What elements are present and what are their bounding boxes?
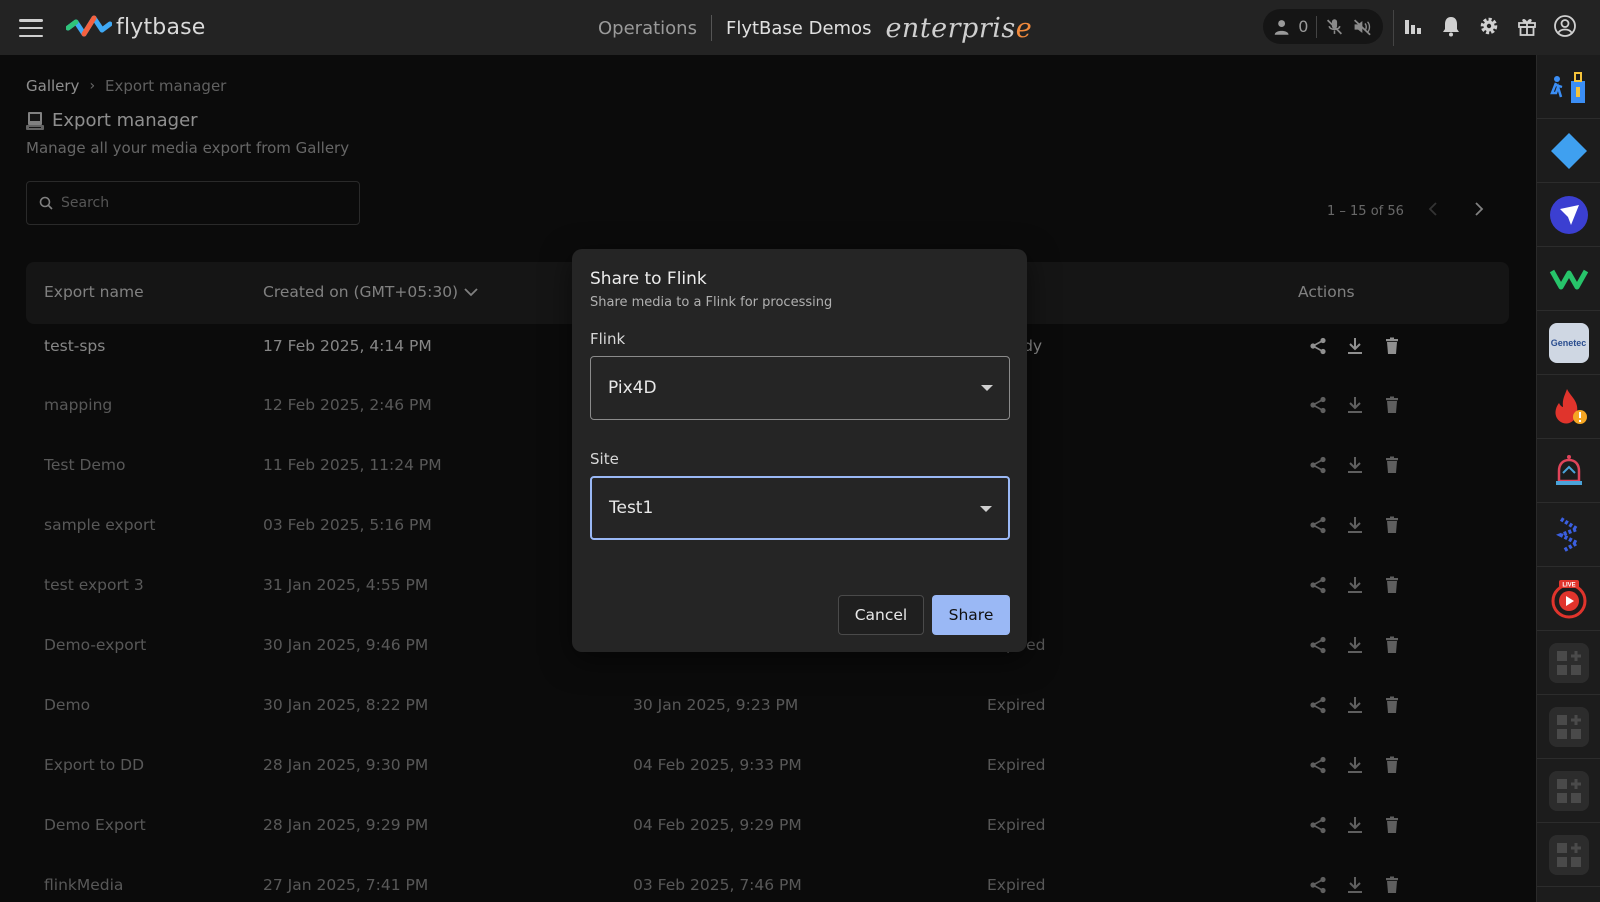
flink-select-value: Pix4D <box>608 378 657 398</box>
chevron-down-icon <box>980 506 992 512</box>
topbar-divider <box>1393 10 1394 46</box>
bell-icon[interactable] <box>1439 14 1463 38</box>
flytbase-logo-mark-icon <box>66 15 112 37</box>
nav-operations[interactable]: Operations <box>598 18 697 39</box>
flink-select[interactable]: Pix4D <box>590 356 1010 420</box>
account-icon[interactable] <box>1553 14 1577 38</box>
rail-item-diamond[interactable] <box>1537 119 1600 183</box>
edition-accent: e <box>1015 12 1033 44</box>
site-select[interactable]: Test1 <box>590 476 1010 540</box>
flink-label: Flink <box>590 330 626 348</box>
dialog-subtitle: Share media to a Flink for processing <box>590 295 833 310</box>
nav-divider <box>710 15 712 41</box>
genetec-logo: Genetec <box>1548 322 1589 363</box>
rail-item-genetec[interactable]: Genetec <box>1537 311 1600 375</box>
active-user-count: 0 <box>1298 17 1309 36</box>
cancel-button[interactable]: Cancel <box>838 595 924 635</box>
edition-label: enterprise <box>885 13 1032 44</box>
genetec-label: Genetec <box>1550 337 1587 348</box>
team-status-pill[interactable]: 0 <box>1263 9 1383 44</box>
edition-text: enterpris <box>885 12 1016 44</box>
top-bar: flytbase Operations FlytBase Demos enter… <box>0 0 1600 55</box>
add-widget-icon <box>1548 770 1589 811</box>
rail-item-security[interactable] <box>1537 55 1600 119</box>
dialog-title: Share to Flink <box>590 269 707 289</box>
live-label: LIVE <box>1562 582 1575 588</box>
live-stream-icon: LIVE <box>1551 579 1586 618</box>
logo-text: flytbase <box>116 14 206 40</box>
mic-off-icon[interactable] <box>1325 16 1344 38</box>
speaker-off-icon[interactable] <box>1352 16 1373 38</box>
rail-item-va[interactable] <box>1537 247 1600 311</box>
share-to-flink-dialog: Share to Flink Share media to a Flink fo… <box>572 249 1027 652</box>
rail-item-add-3[interactable] <box>1537 759 1600 823</box>
share-button[interactable]: Share <box>932 595 1010 635</box>
alarm-bell-icon <box>1555 454 1582 485</box>
rail-item-add-2[interactable] <box>1537 695 1600 759</box>
fire-alert-icon <box>1555 388 1587 424</box>
navigation-integration-icon <box>1549 195 1588 234</box>
site-select-value: Test1 <box>609 498 654 518</box>
diamond-integration-icon <box>1550 132 1587 169</box>
gift-icon[interactable] <box>1515 14 1539 38</box>
add-widget-icon <box>1548 706 1589 747</box>
add-widget-icon <box>1548 834 1589 875</box>
rail-item-add-4[interactable] <box>1537 823 1600 887</box>
integrations-rail: Genetec LIVE <box>1536 55 1600 902</box>
add-widget-icon <box>1548 642 1589 683</box>
rail-item-live[interactable]: LIVE <box>1537 567 1600 631</box>
pill-divider <box>1316 15 1318 38</box>
flytbase-logo[interactable]: flytbase <box>66 14 206 40</box>
analytics-icon[interactable] <box>1401 14 1425 38</box>
rail-item-navigation[interactable] <box>1537 183 1600 247</box>
org-name[interactable]: FlytBase Demos <box>726 18 871 39</box>
rail-item-add-1[interactable] <box>1537 631 1600 695</box>
rail-item-fire[interactable] <box>1537 375 1600 439</box>
gear-icon[interactable] <box>1477 14 1501 38</box>
va-integration-icon <box>1549 269 1588 289</box>
stack-integration-icon <box>1555 516 1581 553</box>
user-icon <box>1274 19 1289 35</box>
menu-icon[interactable] <box>19 19 43 37</box>
site-label: Site <box>590 450 619 468</box>
chevron-down-icon <box>981 385 993 391</box>
intruder-alert-icon <box>1549 71 1585 103</box>
rail-item-stack[interactable] <box>1537 503 1600 567</box>
rail-item-alarm[interactable] <box>1537 439 1600 503</box>
